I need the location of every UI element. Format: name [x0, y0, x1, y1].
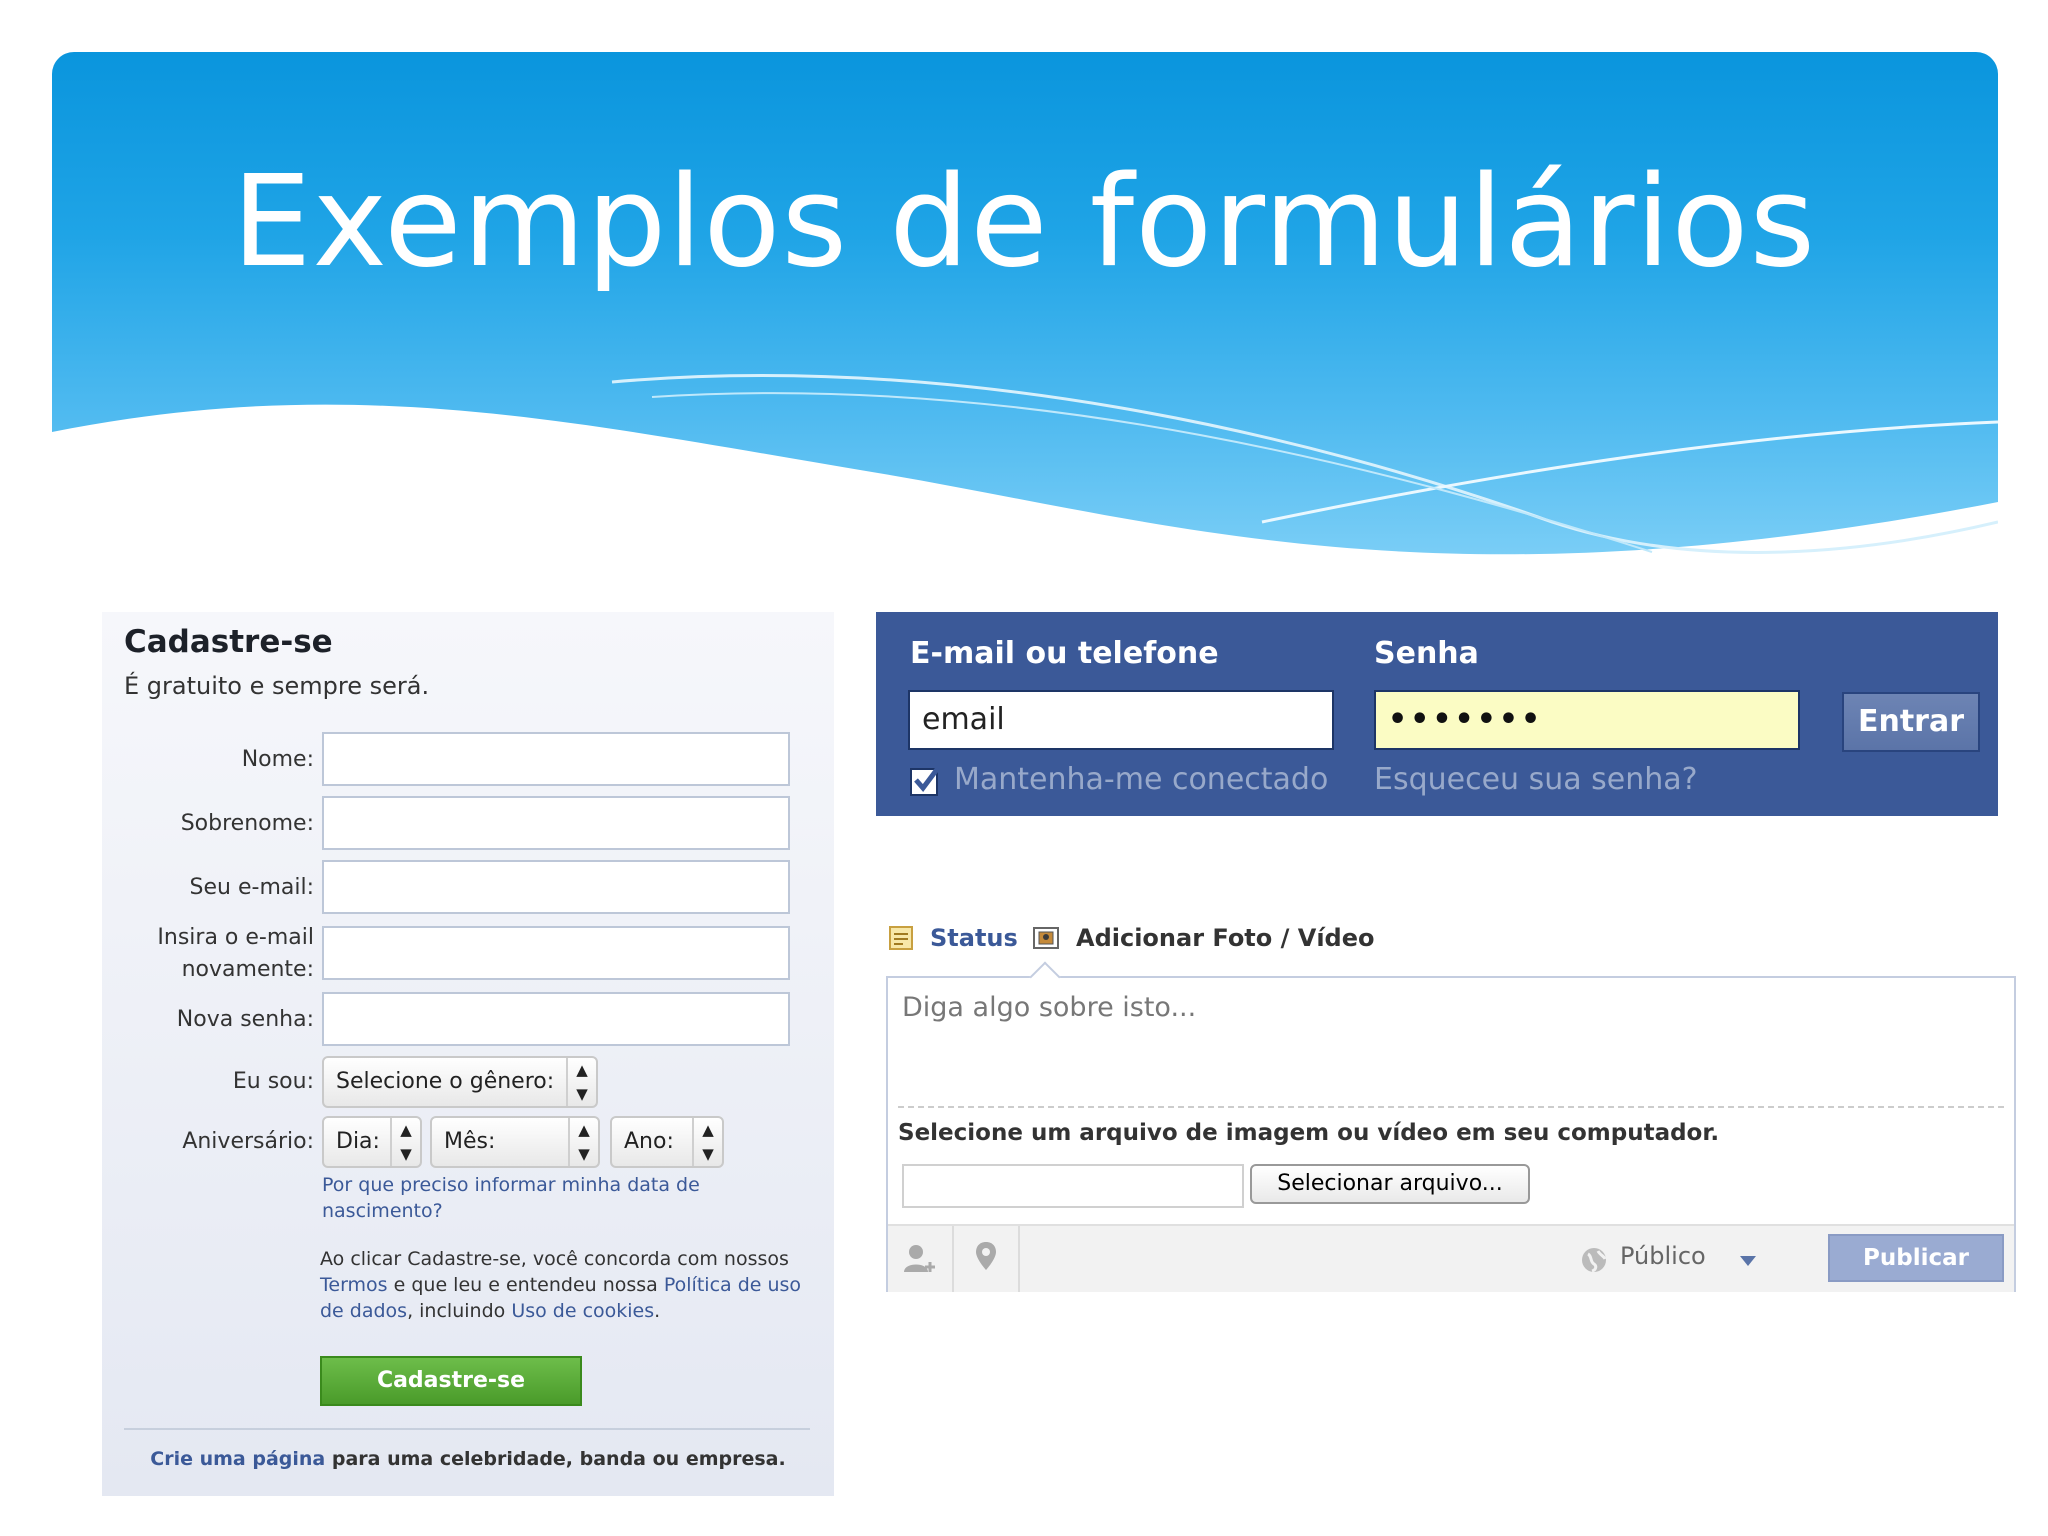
- select-arrows-icon: ▲ ▼: [568, 1118, 598, 1166]
- divider: [124, 1428, 810, 1430]
- first-name-label: Nome:: [241, 747, 314, 772]
- terms-link[interactable]: Termos: [320, 1274, 388, 1296]
- create-page-footer: Crie uma página para uma celebridade, ba…: [102, 1448, 834, 1470]
- password-input[interactable]: •••••••: [1374, 690, 1800, 750]
- login-bar: E-mail ou telefone Senha email ••••••• E…: [876, 612, 1998, 816]
- file-path-input[interactable]: [902, 1164, 1244, 1208]
- post-composer: Diga algo sobre isto... Selecione um arq…: [886, 961, 2016, 1292]
- email-label: Seu e-mail:: [189, 875, 314, 900]
- audience-label: Público: [1620, 1242, 1706, 1270]
- keep-logged-label[interactable]: Mantenha-me conectado: [954, 762, 1328, 797]
- signup-heading: Cadastre-se: [124, 624, 333, 660]
- chevron-down-icon: [1740, 1256, 1756, 1266]
- select-file-button[interactable]: Selecionar arquivo...: [1250, 1164, 1530, 1204]
- first-name-field[interactable]: [322, 732, 790, 786]
- dashed-divider: [898, 1106, 2004, 1108]
- terms-text-part: e que leu e entendeu nossa: [393, 1274, 658, 1296]
- audience-selector[interactable]: Público: [1578, 1240, 1778, 1280]
- globe-icon: [1582, 1248, 1607, 1273]
- photo-icon: [1033, 927, 1059, 949]
- password-field[interactable]: [322, 992, 790, 1046]
- month-select-value: Mês:: [444, 1129, 496, 1154]
- signup-subheading: É gratuito e sempre será.: [124, 672, 430, 700]
- forgot-password-link[interactable]: Esqueceu sua senha?: [1374, 762, 1698, 797]
- day-select-value: Dia:: [336, 1129, 380, 1154]
- tab-pointer: [1029, 961, 1061, 993]
- year-select-value: Ano:: [624, 1129, 674, 1154]
- email-confirm-field[interactable]: [322, 926, 790, 980]
- gender-select[interactable]: Selecione o gênero: ▲ ▼: [322, 1056, 598, 1108]
- terms-text-part: Ao clicar Cadastre-se, você concorda com…: [320, 1248, 789, 1270]
- slide-header: [52, 52, 1998, 572]
- terms-text-part: , incluindo: [407, 1300, 506, 1322]
- publish-button[interactable]: Publicar: [1828, 1234, 2004, 1282]
- last-name-label: Sobrenome:: [180, 811, 314, 836]
- wave-decoration: [52, 374, 1998, 572]
- year-select[interactable]: Ano: ▲ ▼: [610, 1116, 724, 1168]
- pick-file-text: Selecione um arquivo de imagem ou vídeo …: [898, 1120, 1720, 1146]
- create-page-text: para uma celebridade, banda ou empresa.: [331, 1448, 786, 1470]
- email-confirm-label-line1: Insira o e-mail: [157, 925, 314, 950]
- create-page-link[interactable]: Crie uma página: [150, 1448, 325, 1470]
- tab-add-photo-label: Adicionar Foto / Vídeo: [1076, 924, 1375, 952]
- post-textarea[interactable]: Diga algo sobre isto...: [902, 992, 1196, 1023]
- email-field[interactable]: [322, 860, 790, 914]
- checkmark-icon: [914, 766, 940, 792]
- select-arrows-icon: ▲ ▼: [692, 1118, 722, 1166]
- status-note-icon: [889, 926, 913, 950]
- password-label: Nova senha:: [176, 1007, 314, 1032]
- signup-form: Cadastre-se É gratuito e sempre será. No…: [102, 612, 834, 1496]
- slide-title: Exemplos de formulários: [231, 148, 1817, 295]
- terms-text-part: .: [654, 1300, 661, 1322]
- tag-person-button[interactable]: [888, 1226, 954, 1292]
- terms-text: Ao clicar Cadastre-se, você concorda com…: [320, 1246, 820, 1324]
- password-label: Senha: [1374, 636, 1479, 671]
- location-pin-icon: [976, 1242, 996, 1270]
- location-button[interactable]: [954, 1226, 1020, 1292]
- cookies-link[interactable]: Uso de cookies: [511, 1300, 654, 1322]
- month-select[interactable]: Mês: ▲ ▼: [430, 1116, 600, 1168]
- why-birthday-link[interactable]: Por que preciso informar minha data de n…: [322, 1172, 742, 1224]
- email-confirm-label-line2: novamente:: [181, 957, 314, 982]
- keep-logged-checkbox[interactable]: [910, 766, 940, 796]
- birthday-label: Aniversário:: [182, 1129, 314, 1154]
- select-arrows-icon: ▲ ▼: [390, 1118, 420, 1166]
- tag-person-icon: [904, 1245, 935, 1272]
- select-arrows-icon: ▲ ▼: [566, 1058, 596, 1106]
- tab-status-label: Status: [930, 924, 1018, 952]
- gender-select-value: Selecione o gênero:: [336, 1069, 555, 1094]
- gender-label: Eu sou:: [232, 1069, 314, 1094]
- day-select[interactable]: Dia: ▲ ▼: [322, 1116, 422, 1168]
- last-name-field[interactable]: [322, 796, 790, 850]
- login-button[interactable]: Entrar: [1842, 692, 1980, 752]
- email-phone-label: E-mail ou telefone: [910, 636, 1219, 671]
- signup-button[interactable]: Cadastre-se: [320, 1356, 582, 1406]
- composer-toolbar: Público Publicar: [888, 1224, 2014, 1292]
- email-phone-input[interactable]: email: [908, 690, 1334, 750]
